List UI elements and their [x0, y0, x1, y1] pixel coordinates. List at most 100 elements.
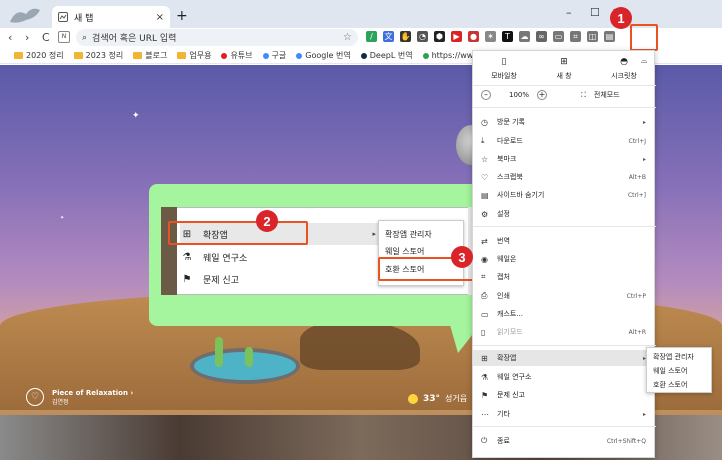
chevron-right-icon: ▸ [642, 118, 646, 126]
deepl-icon [360, 52, 367, 59]
folder-icon [133, 52, 143, 59]
menu-divider [473, 426, 656, 427]
ext-translate-icon[interactable]: 文 [383, 31, 394, 42]
ext-split-icon[interactable]: ◫ [587, 31, 598, 42]
folder-icon [73, 52, 83, 59]
ext-clock-icon[interactable]: ◔ [417, 31, 428, 42]
tab-close-icon[interactable]: × [156, 12, 164, 23]
menu-item-whale-on[interactable]: ◉ 웨일온 [473, 251, 656, 267]
folder-icon [177, 52, 187, 59]
menu-item-scrapbook[interactable]: ♡ 스크랩북 Alt+B [473, 169, 656, 185]
bookmark-item[interactable]: 2020 정리 [14, 50, 64, 61]
step-badge-1: 1 [610, 7, 632, 29]
browser-window: 새 탭 × + – ☐ ✕ ‹ › C N ⌕ 검색어 혹은 URL 입력 ☆ … [0, 0, 722, 460]
gear-icon: ⚙ [481, 209, 489, 219]
menu-item-hide-sidebar[interactable]: ▤ 사이드바 숨기기 Ctrl+] [473, 187, 656, 203]
heart-icon[interactable]: ♡ [26, 388, 44, 406]
menu-divider [473, 345, 656, 346]
maximize-button[interactable]: ☐ [590, 6, 600, 19]
ext-text-icon[interactable]: T [502, 31, 513, 42]
menu-divider [473, 107, 656, 108]
tab-new-tab[interactable]: 새 탭 × [52, 6, 170, 28]
bookmark-star-icon[interactable]: ☆ [343, 32, 352, 43]
address-bar[interactable]: ⌕ 검색어 혹은 URL 입력 ☆ [76, 29, 358, 46]
now-playing[interactable]: ♡ Piece of Relaxation › 김연정 [26, 388, 133, 406]
bookmark-item[interactable]: 업무용 [177, 50, 211, 61]
submenu-whale-store[interactable]: 웨일 스토어 [653, 366, 687, 376]
zoom-sub-extension-manager[interactable]: 확장앱 관리자 [385, 229, 432, 240]
ext-record-icon[interactable]: ● [468, 31, 479, 42]
ext-video-icon[interactable]: ▭ [553, 31, 564, 42]
reader-icon: ▯ [481, 327, 486, 337]
power-icon: ⏻ [481, 436, 488, 445]
back-button[interactable]: ‹ [8, 31, 12, 44]
more-icon: ⋯ [481, 409, 489, 419]
fullscreen-icon[interactable]: ⛶ [581, 91, 586, 100]
ext-sidebar-icon[interactable]: ▤ [604, 31, 615, 42]
new-window-button[interactable]: ⊞ 새 창 [535, 57, 593, 81]
bookmark-item[interactable]: 유튜브 [221, 50, 253, 61]
submenu-extension-manager[interactable]: 확장앱 관리자 [653, 352, 694, 362]
menu-item-more[interactable]: ⋯ 기타 ▸ [473, 406, 656, 422]
track-title: Piece of Relaxation [52, 388, 128, 397]
ext-link-icon[interactable]: ∞ [536, 31, 547, 42]
ext-play-icon[interactable]: ▶ [451, 31, 462, 42]
cast-icon: ▭ [481, 309, 489, 319]
ext-hex-icon[interactable]: ⬢ [434, 31, 445, 42]
menu-item-downloads[interactable]: ⤓ 다운로드 Ctrl+J [473, 133, 656, 149]
menu-item-capture[interactable]: ⌗ 캡처 [473, 269, 656, 285]
bookmark-item[interactable]: Google 번역 [296, 50, 351, 61]
flask-icon: ⚗ [182, 251, 192, 263]
ext-cloud-icon[interactable]: ☁ [519, 31, 530, 42]
incognito-window-button[interactable]: ◓ 시크릿창 [595, 57, 653, 81]
ext-capture-icon[interactable]: ⌗ [570, 31, 581, 42]
menu-item-reader-mode[interactable]: ▯ 읽기모드 Alt+R [473, 324, 656, 340]
ext-star-icon[interactable]: ✶ [485, 31, 496, 42]
weather-temperature: 33° [423, 393, 441, 404]
menu-item-whale-lab[interactable]: ⚗ 웨일 연구소 [473, 369, 656, 385]
star-icon: ☆ [481, 154, 489, 164]
forward-button[interactable]: › [25, 31, 29, 44]
print-icon: ⎙ [481, 291, 488, 300]
new-tab-button[interactable]: + [176, 8, 188, 24]
menu-item-bookmarks[interactable]: ☆ 북마크 ▸ [473, 151, 656, 167]
menu-item-history[interactable]: ◷ 방문 기록 ▸ [473, 114, 656, 130]
zoom-in-button[interactable]: + [537, 90, 548, 100]
browser-main-menu: ⌓ ▯ 모바일창 ⊞ 새 창 ◓ 시크릿창 – 100% + ⛶ 전체모드 ◷ 방… [472, 50, 656, 458]
menu-item-print[interactable]: ⎙ 인쇄 Ctrl+P [473, 288, 656, 304]
new-tab-icon [58, 12, 68, 22]
ext-hand-icon[interactable]: ✋ [400, 31, 411, 42]
menu-item-cast[interactable]: ▭ 캐스트... [473, 306, 656, 322]
new-window-icon: ⊞ [560, 57, 568, 67]
chevron-right-icon: ▸ [642, 410, 646, 418]
submenu-compat-store[interactable]: 호환 스토어 [653, 380, 687, 390]
chevron-right-icon: ▸ [372, 230, 376, 238]
fullscreen-label[interactable]: 전체모드 [594, 90, 620, 100]
reload-button[interactable]: C [42, 31, 50, 44]
ext-pen-icon[interactable]: / [366, 31, 377, 42]
menu-item-report-issue[interactable]: ⚑ 문제 신고 [473, 387, 656, 403]
mobile-window-button[interactable]: ▯ 모바일창 [475, 57, 533, 81]
zoom-level: 100% [509, 91, 530, 99]
step-badge-3: 3 [451, 246, 473, 268]
capture-icon: ⌗ [481, 272, 486, 281]
bookmark-item[interactable]: DeepL 번역 [360, 50, 413, 61]
highlight-extensions [168, 221, 308, 245]
history-icon: ◷ [481, 117, 488, 127]
bookmark-item[interactable]: 블로그 [133, 50, 167, 61]
search-icon: ⌕ [82, 32, 88, 43]
minimize-button[interactable]: – [566, 6, 572, 19]
menu-item-exit[interactable]: ⏻ 종료 Ctrl+Shift+Q [473, 433, 656, 449]
zoom-item-report-issue[interactable]: ⚑ 문제 신고 [180, 268, 380, 290]
zoom-sub-whale-store[interactable]: 웨일 스토어 [385, 246, 424, 257]
zoom-out-button[interactable]: – [481, 90, 491, 100]
home-icon[interactable]: N [58, 31, 70, 43]
zoom-item-whale-lab[interactable]: ⚗ 웨일 연구소 [180, 246, 380, 268]
track-arrow-icon: › [130, 388, 134, 397]
menu-item-translate[interactable]: ⇄ 번역 [473, 233, 656, 249]
bookmark-item[interactable]: 2023 정리 [73, 50, 123, 61]
weather-widget[interactable]: 33° 성거읍 [408, 393, 467, 404]
menu-item-extensions[interactable]: ⊞ 확장앱 ▸ [473, 350, 656, 366]
bookmark-item[interactable]: 구글 [262, 50, 286, 61]
menu-item-settings[interactable]: ⚙ 설정 [473, 206, 656, 222]
